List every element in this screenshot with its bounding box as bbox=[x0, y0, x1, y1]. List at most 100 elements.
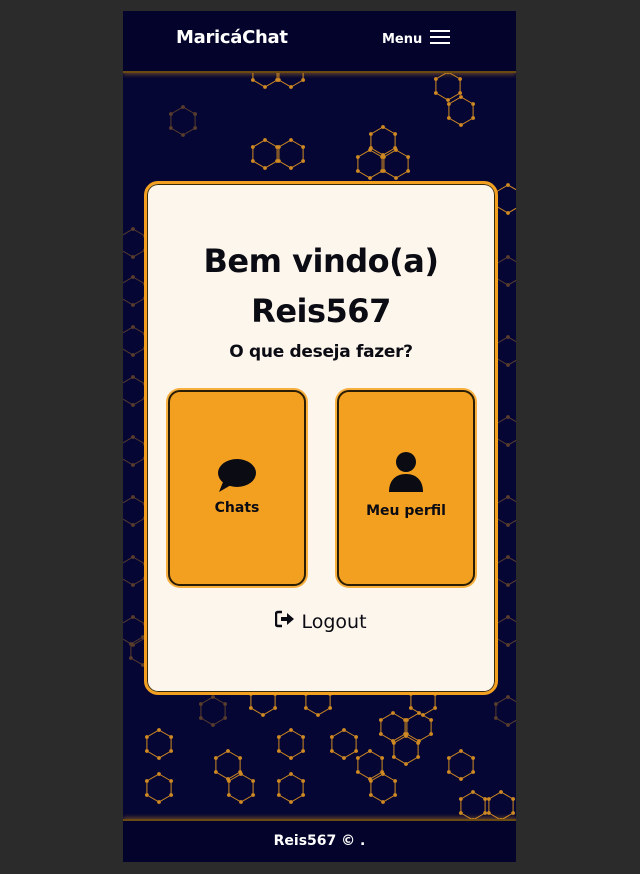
hexagon-node bbox=[369, 793, 373, 797]
hexagon-shape bbox=[448, 96, 474, 126]
hexagon-node bbox=[214, 756, 218, 760]
hexagon-node bbox=[145, 793, 149, 797]
hexagon-node bbox=[459, 777, 463, 781]
username-heading: Reis567 bbox=[251, 292, 391, 330]
hexagon-node bbox=[494, 702, 498, 706]
hexagon-node bbox=[434, 77, 438, 81]
chat-bubble-icon bbox=[170, 458, 304, 494]
hexagon-node bbox=[379, 732, 383, 736]
hexagon-node bbox=[446, 98, 450, 102]
hexagon-shape bbox=[123, 276, 146, 306]
hexagon-shape bbox=[380, 712, 406, 742]
hexagon-node bbox=[506, 555, 510, 559]
hexagon-node bbox=[131, 523, 135, 527]
hexagon-node bbox=[381, 800, 385, 804]
hexagon-node bbox=[129, 642, 133, 646]
hexagon-node bbox=[499, 790, 503, 794]
hexagon-shape bbox=[215, 750, 241, 780]
hexagon-shape bbox=[123, 326, 146, 356]
hexagon-node bbox=[251, 145, 255, 149]
hexagon-node bbox=[511, 811, 516, 815]
hexagon-node bbox=[277, 78, 281, 82]
hexagon-shape bbox=[435, 71, 461, 101]
chats-button[interactable]: Chats bbox=[168, 390, 306, 586]
hexagon-node bbox=[131, 463, 135, 467]
hexagon-node bbox=[289, 138, 293, 142]
hexagon-node bbox=[131, 255, 135, 259]
hexagon-node bbox=[251, 779, 256, 783]
hexagon-node bbox=[169, 735, 173, 739]
hexagon-node bbox=[406, 169, 411, 173]
hexagon-node bbox=[506, 643, 510, 647]
hexagon-node bbox=[131, 555, 135, 559]
hexagon-node bbox=[169, 126, 173, 130]
hexagon-node bbox=[277, 159, 281, 163]
hexagon-node bbox=[277, 145, 281, 149]
hexagon-node bbox=[368, 148, 372, 152]
hexagon-node bbox=[391, 711, 395, 715]
hexagon-shape bbox=[123, 228, 146, 258]
chats-label: Chats bbox=[214, 500, 260, 516]
hexagon-node bbox=[471, 102, 476, 106]
my-profile-button[interactable]: Meu perfil bbox=[337, 390, 475, 586]
user-icon bbox=[339, 452, 473, 492]
hexagon-node bbox=[447, 756, 451, 760]
hexagon-node bbox=[263, 85, 267, 89]
menu-button[interactable]: Menu bbox=[382, 29, 451, 49]
hexagon-node bbox=[487, 811, 491, 815]
hexagon-node bbox=[193, 112, 197, 116]
hexagon-shape bbox=[146, 729, 172, 759]
hexagon-node bbox=[381, 125, 385, 129]
hexagon-node bbox=[301, 145, 306, 149]
welcome-heading: Bem vindo(a) bbox=[203, 242, 439, 280]
hexagon-node bbox=[223, 716, 227, 720]
hexagon-shape bbox=[495, 616, 516, 646]
hexagon-node bbox=[506, 183, 510, 187]
logout-button[interactable]: Logout bbox=[147, 610, 495, 633]
hexagon-node bbox=[380, 756, 385, 760]
hexagon-shape bbox=[170, 106, 196, 136]
hexagon-node bbox=[131, 275, 135, 279]
hexagon-node bbox=[382, 155, 386, 159]
hexagon-node bbox=[471, 770, 476, 774]
hexagon-node bbox=[471, 790, 475, 794]
hexagon-node bbox=[157, 728, 161, 732]
hexagon-node bbox=[447, 102, 451, 106]
hexagon-node bbox=[199, 702, 203, 706]
hexagon-node bbox=[394, 148, 398, 152]
hexagon-node bbox=[289, 772, 293, 776]
hexagon-shape bbox=[460, 791, 486, 821]
hexagon-node bbox=[483, 797, 488, 801]
hexagon-node bbox=[447, 770, 451, 774]
hexagon-node bbox=[356, 770, 360, 774]
hexagon-node bbox=[304, 706, 308, 710]
hexagon-shape bbox=[495, 336, 516, 366]
hexagon-node bbox=[393, 793, 398, 797]
brand-logo[interactable]: MaricáChat bbox=[176, 27, 288, 48]
hexagon-node bbox=[459, 811, 463, 815]
hexagon-node bbox=[169, 749, 173, 753]
hexagon-shape bbox=[495, 696, 516, 726]
hexagon-node bbox=[429, 732, 434, 736]
hexagon-node bbox=[506, 255, 510, 259]
hexagon-node bbox=[145, 779, 149, 783]
hexagon-node bbox=[131, 435, 135, 439]
hexagon-node bbox=[131, 583, 135, 587]
hexagon-node bbox=[368, 176, 372, 180]
hexagon-node bbox=[506, 615, 510, 619]
hexagon-node bbox=[131, 303, 135, 307]
hexagon-node bbox=[129, 656, 133, 660]
hexagon-node bbox=[301, 779, 306, 783]
hexagon-node bbox=[289, 166, 293, 170]
hexagon-node bbox=[354, 749, 359, 753]
hexagon-node bbox=[459, 797, 463, 801]
hexagon-node bbox=[483, 811, 488, 815]
hexagon-shape bbox=[406, 712, 432, 742]
hexagon-node bbox=[131, 325, 135, 329]
hexagon-node bbox=[157, 756, 161, 760]
hexagon-node bbox=[342, 728, 346, 732]
hexagon-node bbox=[392, 755, 396, 759]
hexagon-node bbox=[157, 800, 161, 804]
hexagon-node bbox=[181, 105, 185, 109]
hexagon-node bbox=[261, 713, 265, 717]
